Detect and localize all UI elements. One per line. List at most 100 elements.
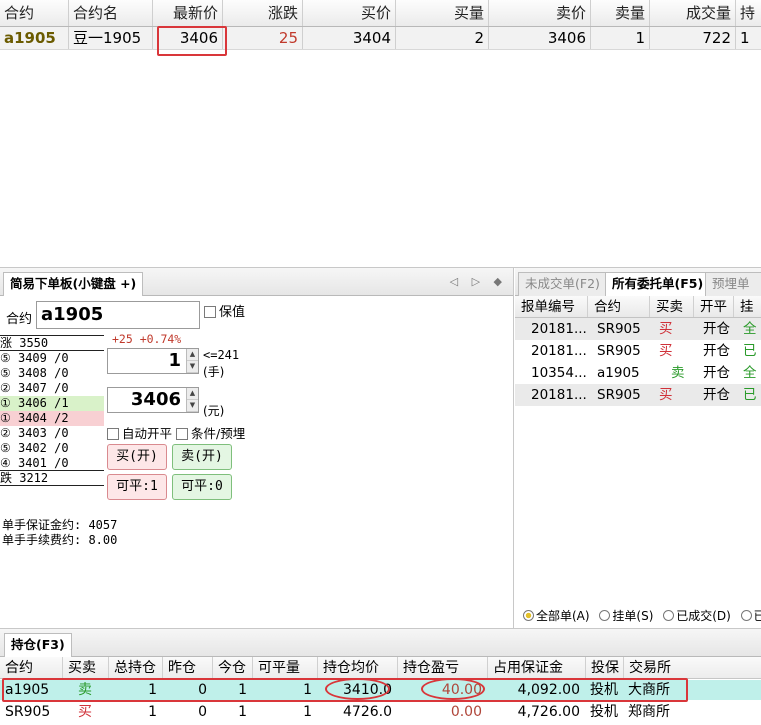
col-pos-total[interactable]: 总持仓 — [108, 657, 162, 678]
col-pos-margin[interactable]: 占用保证金 — [487, 657, 585, 678]
col-entrust-contract[interactable]: 合约 — [587, 296, 649, 317]
entrust-side: 买 — [659, 387, 673, 403]
col-pos-side[interactable]: 买卖 — [62, 657, 108, 678]
price-unit: (元) — [203, 404, 225, 418]
entrust-row[interactable]: 20181... SR905 买 开仓 已 — [515, 340, 761, 362]
filter-all-radio[interactable] — [523, 610, 534, 621]
col-bid-volume[interactable]: 买量 — [395, 0, 488, 26]
filter-other-radio[interactable] — [740, 610, 752, 621]
quote-row[interactable]: a1905 豆一1905 3406 25 3404 2 3406 1 722 1 — [0, 27, 761, 50]
quantity-stepper[interactable]: 1 ▲ ▼ — [107, 348, 199, 374]
col-hold[interactable]: 持 — [735, 0, 761, 26]
bid-level-1[interactable]: ① 3404 /2 — [0, 411, 104, 426]
quantity-down-icon[interactable]: ▼ — [187, 361, 198, 373]
entrust-panel: 未成交单(F2) 所有委托单(F5) 预埋单条件 报单编号 合约 买卖 开平 挂… — [515, 268, 761, 628]
limit-up[interactable]: 涨 3550 — [0, 336, 104, 351]
bid-level-4[interactable]: ④ 3401 /0 — [0, 456, 104, 471]
entrust-id: 20181... — [531, 321, 587, 337]
col-offset[interactable]: 开平 — [693, 296, 733, 317]
tab-all-orders[interactable]: 所有委托单(F5) — [605, 272, 711, 296]
filter-pending-label[interactable]: 挂单(S) — [612, 609, 653, 623]
quote-ask: 3406 — [488, 27, 590, 49]
pos-contract: SR905 — [5, 704, 51, 720]
ask-level-1[interactable]: ① 3406 /1 — [0, 396, 104, 411]
limit-down[interactable]: 跌 3212 — [0, 471, 104, 486]
price-spinner[interactable]: ▲ ▼ — [186, 388, 198, 412]
entrust-contract: a1905 — [597, 365, 640, 381]
tab-scroll-arrows[interactable]: ◁ ▷ ◆ — [450, 275, 507, 288]
tab-preset-orders[interactable]: 预埋单条件 — [705, 272, 761, 296]
price-value: 3406 — [130, 389, 181, 410]
col-pos-exchange[interactable]: 交易所 — [623, 657, 689, 678]
col-side[interactable]: 买卖 — [649, 296, 693, 317]
col-pos-pnl[interactable]: 持仓盈亏 — [397, 657, 487, 678]
auto-close-label: 自动开平 — [122, 426, 173, 441]
col-ask[interactable]: 卖价 — [488, 0, 590, 26]
bid-level-2[interactable]: ② 3403 /0 — [0, 426, 104, 441]
price-stepper[interactable]: 3406 ▲ ▼ — [107, 387, 199, 413]
filter-other-label[interactable]: 已 — [754, 609, 761, 623]
entrust-row[interactable]: 20181... SR905 买 开仓 已 — [515, 384, 761, 406]
col-order-id[interactable]: 报单编号 — [515, 296, 587, 317]
position-row[interactable]: SR905 买 1 0 1 1 4726.0 0.00 4,726.00 投机 … — [0, 702, 761, 722]
entrust-id: 20181... — [531, 387, 587, 403]
condition-box[interactable] — [176, 428, 188, 440]
col-pos-avg-price[interactable]: 持仓均价 — [317, 657, 397, 678]
quote-header: 合约 合约名 最新价 涨跌 买价 买量 卖价 卖量 成交量 持 — [0, 0, 761, 27]
ask-level-4[interactable]: ⑤ 3408 /0 — [0, 366, 104, 381]
close-sell-button[interactable]: 可平:0 — [172, 474, 232, 500]
pos-total: 1 — [148, 682, 157, 698]
entrust-row[interactable]: 10354... a1905 卖 开仓 全 — [515, 362, 761, 384]
position-panel: 持仓(F3) 合约 买卖 总持仓 昨仓 今仓 可平量 持仓均价 持仓盈亏 占用保… — [0, 628, 761, 725]
col-contract-name[interactable]: 合约名 — [68, 0, 152, 26]
col-volume[interactable]: 成交量 — [649, 0, 735, 26]
col-contract[interactable]: 合约 — [0, 0, 68, 26]
pos-exchange: 郑商所 — [628, 704, 670, 720]
col-pos-today[interactable]: 今仓 — [212, 657, 252, 678]
ask-level-5[interactable]: ⑤ 3409 /0 — [0, 351, 104, 366]
col-bid[interactable]: 买价 — [302, 0, 395, 26]
price-up-icon[interactable]: ▲ — [187, 388, 198, 400]
col-pos-contract[interactable]: 合约 — [0, 657, 62, 678]
tab-simple-order[interactable]: 简易下单板(小键盘 +) — [3, 272, 144, 296]
pos-avg-price: 3410.0 — [343, 682, 392, 698]
quote-symbol: a1905 — [4, 29, 56, 47]
sell-open-button[interactable]: 卖(开) — [172, 444, 232, 470]
hedge-checkbox-box[interactable] — [204, 306, 216, 318]
pos-avg-price: 4726.0 — [343, 704, 392, 720]
tab-unfilled-orders[interactable]: 未成交单(F2) — [518, 272, 607, 296]
entrust-side: 买 — [659, 343, 673, 359]
col-change[interactable]: 涨跌 — [222, 0, 302, 26]
pos-margin: 4,092.00 — [517, 682, 580, 698]
filter-pending-radio[interactable] — [599, 610, 611, 621]
entrust-id: 10354... — [531, 365, 587, 381]
filter-all-label[interactable]: 全部单(A) — [536, 609, 590, 623]
ask-level-2[interactable]: ② 3407 /0 — [0, 381, 104, 396]
col-ask-volume[interactable]: 卖量 — [590, 0, 649, 26]
filter-filled-label[interactable]: 已成交(D) — [676, 609, 731, 623]
close-buy-button[interactable]: 可平:1 — [107, 474, 167, 500]
condition-checkbox[interactable]: 条件/预埋 — [176, 423, 245, 442]
col-status[interactable]: 挂 — [733, 296, 761, 317]
order-tabbar: 简易下单板(小键盘 +) ◁ ▷ ◆ — [0, 268, 513, 296]
buy-open-button[interactable]: 买(开) — [107, 444, 167, 470]
filter-filled-radio[interactable] — [663, 610, 675, 621]
quantity-spinner[interactable]: ▲ ▼ — [186, 349, 198, 373]
col-pos-closable[interactable]: 可平量 — [252, 657, 317, 678]
entrust-offset: 开仓 — [703, 321, 730, 337]
contract-input[interactable]: a1905 — [36, 301, 200, 329]
col-last-price[interactable]: 最新价 — [152, 0, 222, 26]
tab-positions[interactable]: 持仓(F3) — [4, 633, 72, 657]
bid-level-3[interactable]: ⑤ 3402 /0 — [0, 441, 104, 456]
hedge-checkbox[interactable]: 保值 — [204, 301, 245, 320]
auto-close-checkbox[interactable]: 自动开平 — [107, 423, 172, 442]
price-down-icon[interactable]: ▼ — [187, 400, 198, 412]
entrust-side: 卖 — [671, 365, 685, 381]
col-pos-hedge[interactable]: 投保 — [585, 657, 623, 678]
entrust-row[interactable]: 20181... SR905 买 开仓 全 — [515, 318, 761, 340]
auto-close-box[interactable] — [107, 428, 119, 440]
entrust-id: 20181... — [531, 343, 587, 359]
col-pos-yesterday[interactable]: 昨仓 — [162, 657, 212, 678]
position-row[interactable]: a1905 卖 1 0 1 1 3410.0 40.00 4,092.00 投机… — [0, 680, 761, 700]
quantity-up-icon[interactable]: ▲ — [187, 349, 198, 361]
